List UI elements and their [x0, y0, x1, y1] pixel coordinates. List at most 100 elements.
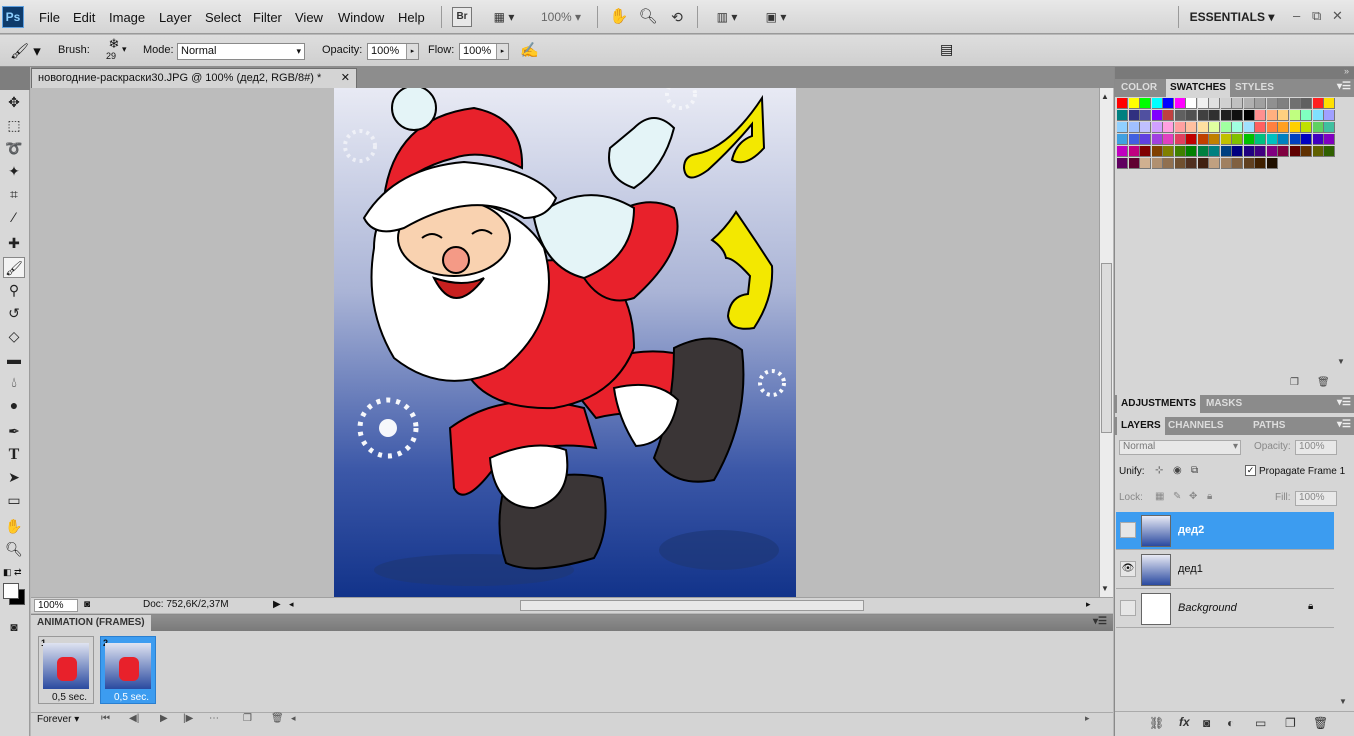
- layer-row-background[interactable]: Background 🔒︎: [1116, 590, 1334, 628]
- frame-delay[interactable]: 0,5 sec.: [114, 692, 149, 703]
- color-swatch[interactable]: [1266, 146, 1278, 157]
- color-swatch[interactable]: [1243, 134, 1255, 145]
- color-swatch[interactable]: [1278, 146, 1289, 157]
- color-swatch[interactable]: [1278, 98, 1289, 109]
- magic-wand-icon[interactable]: ✦: [3, 161, 25, 182]
- tab-color[interactable]: COLOR: [1117, 79, 1161, 97]
- color-swatch[interactable]: [1220, 146, 1232, 157]
- color-swatch[interactable]: [1151, 158, 1163, 169]
- color-swatch[interactable]: [1243, 98, 1255, 109]
- color-swatch[interactable]: [1163, 122, 1174, 133]
- color-swatch[interactable]: [1163, 98, 1174, 109]
- pen-tool-icon[interactable]: ✒: [3, 421, 25, 442]
- layer-row-ded1[interactable]: 👁︎ дед1: [1116, 551, 1334, 589]
- color-swatch[interactable]: [1117, 134, 1128, 145]
- brush-tool-icon[interactable]: 🖌︎: [3, 257, 25, 278]
- color-swatch[interactable]: [1220, 134, 1232, 145]
- move-tool-icon[interactable]: ✥: [3, 92, 25, 113]
- color-swatch[interactable]: [1232, 110, 1243, 121]
- color-swatch[interactable]: [1117, 98, 1128, 109]
- color-swatch[interactable]: [1174, 122, 1186, 133]
- lock-transparency-icon[interactable]: ▦: [1155, 491, 1164, 502]
- color-swatch[interactable]: [1140, 122, 1151, 133]
- color-swatch[interactable]: [1140, 146, 1151, 157]
- color-swatch[interactable]: [1174, 110, 1186, 121]
- color-swatch[interactable]: [1243, 110, 1255, 121]
- color-swatch[interactable]: [1186, 146, 1197, 157]
- marquee-tool-icon[interactable]: ⬚: [3, 115, 25, 136]
- color-swatch[interactable]: [1232, 134, 1243, 145]
- brush-preset-icon[interactable]: 🖌︎ ▾: [10, 42, 41, 60]
- panel-menu-icon[interactable]: ▾☰: [1337, 81, 1351, 92]
- layer-style-icon[interactable]: fx: [1179, 715, 1190, 729]
- panel-menu-icon[interactable]: ▾☰: [1337, 419, 1351, 430]
- bridge-button[interactable]: Br: [452, 7, 472, 27]
- restore-button[interactable]: ⧉: [1312, 8, 1321, 24]
- color-swatch[interactable]: [1209, 98, 1220, 109]
- scroll-left-icon[interactable]: ◂: [289, 599, 294, 610]
- frame-delay[interactable]: 0,5 sec.: [52, 692, 87, 703]
- color-swatch[interactable]: [1301, 98, 1312, 109]
- color-swatch[interactable]: [1243, 146, 1255, 157]
- animation-frame-2[interactable]: 2 0,5 sec.: [100, 636, 156, 704]
- color-swatch[interactable]: [1289, 134, 1301, 145]
- first-frame-icon[interactable]: ⏮: [101, 713, 110, 724]
- layer-name[interactable]: дед1: [1178, 563, 1203, 575]
- blend-mode-select[interactable]: Normal ▾: [1119, 440, 1241, 455]
- color-swatch[interactable]: [1174, 158, 1186, 169]
- panel-menu-icon[interactable]: ▾☰: [1337, 397, 1351, 408]
- color-swatch[interactable]: [1117, 146, 1128, 157]
- color-swatch[interactable]: [1186, 122, 1197, 133]
- color-swatch[interactable]: [1128, 98, 1140, 109]
- airbrush-icon[interactable]: ✍: [520, 41, 539, 59]
- rotate-view-icon[interactable]: ⟲: [666, 7, 688, 27]
- gradient-icon[interactable]: ▬: [3, 349, 25, 370]
- add-mask-icon[interactable]: ◙: [1203, 716, 1210, 730]
- color-swatch[interactable]: [1117, 122, 1128, 133]
- color-swatch[interactable]: [1163, 146, 1174, 157]
- lock-position-icon[interactable]: ✥: [1189, 491, 1197, 502]
- color-swatch[interactable]: [1278, 134, 1289, 145]
- color-swatch[interactable]: [1197, 146, 1209, 157]
- color-swatch[interactable]: [1312, 110, 1324, 121]
- color-swatch[interactable]: [1197, 122, 1209, 133]
- color-swatch[interactable]: [1220, 158, 1232, 169]
- animation-panel-title[interactable]: ANIMATION (FRAMES): [31, 615, 151, 631]
- mode-select[interactable]: Normal ▾: [177, 43, 305, 60]
- color-swatch[interactable]: [1151, 134, 1163, 145]
- color-swatch[interactable]: [1151, 122, 1163, 133]
- color-swatch[interactable]: [1324, 122, 1335, 133]
- color-swatch[interactable]: [1128, 122, 1140, 133]
- color-swatch[interactable]: [1255, 98, 1266, 109]
- visibility-toggle[interactable]: [1120, 600, 1136, 616]
- color-swatch[interactable]: [1243, 158, 1255, 169]
- scroll-down-icon[interactable]: ▼: [1337, 357, 1345, 366]
- color-swatch[interactable]: [1209, 158, 1220, 169]
- hand-tool-icon[interactable]: ✋: [608, 7, 630, 27]
- color-swatch[interactable]: [1174, 146, 1186, 157]
- color-swatch[interactable]: [1324, 110, 1335, 121]
- color-swatch[interactable]: [1117, 158, 1128, 169]
- collapse-icon[interactable]: »: [1344, 66, 1349, 76]
- color-swatch[interactable]: [1151, 98, 1163, 109]
- color-swatch[interactable]: [1278, 122, 1289, 133]
- color-swatch[interactable]: [1151, 110, 1163, 121]
- delete-frame-icon[interactable]: 🗑︎: [271, 713, 284, 724]
- menu-select[interactable]: Select: [205, 10, 241, 25]
- unify-position-icon[interactable]: ⊹: [1155, 465, 1163, 476]
- new-swatch-icon[interactable]: ❐: [1290, 377, 1299, 388]
- color-swatch[interactable]: [1255, 122, 1266, 133]
- status-arrow-icon[interactable]: ▶: [273, 599, 281, 610]
- fill-input[interactable]: 100%: [1295, 491, 1337, 506]
- color-swatch[interactable]: [1151, 146, 1163, 157]
- color-swatch[interactable]: [1117, 110, 1128, 121]
- dodge-tool-icon[interactable]: ●: [3, 395, 25, 416]
- color-swatch[interactable]: [1197, 158, 1209, 169]
- color-swatch[interactable]: [1186, 110, 1197, 121]
- previous-frame-icon[interactable]: ◀|: [129, 713, 139, 724]
- type-tool-icon[interactable]: T: [3, 444, 25, 465]
- color-swatch[interactable]: [1289, 98, 1301, 109]
- zoom-level-dropdown[interactable]: 100% ▾: [536, 7, 586, 27]
- color-swatch[interactable]: [1163, 110, 1174, 121]
- color-swatch[interactable]: [1266, 134, 1278, 145]
